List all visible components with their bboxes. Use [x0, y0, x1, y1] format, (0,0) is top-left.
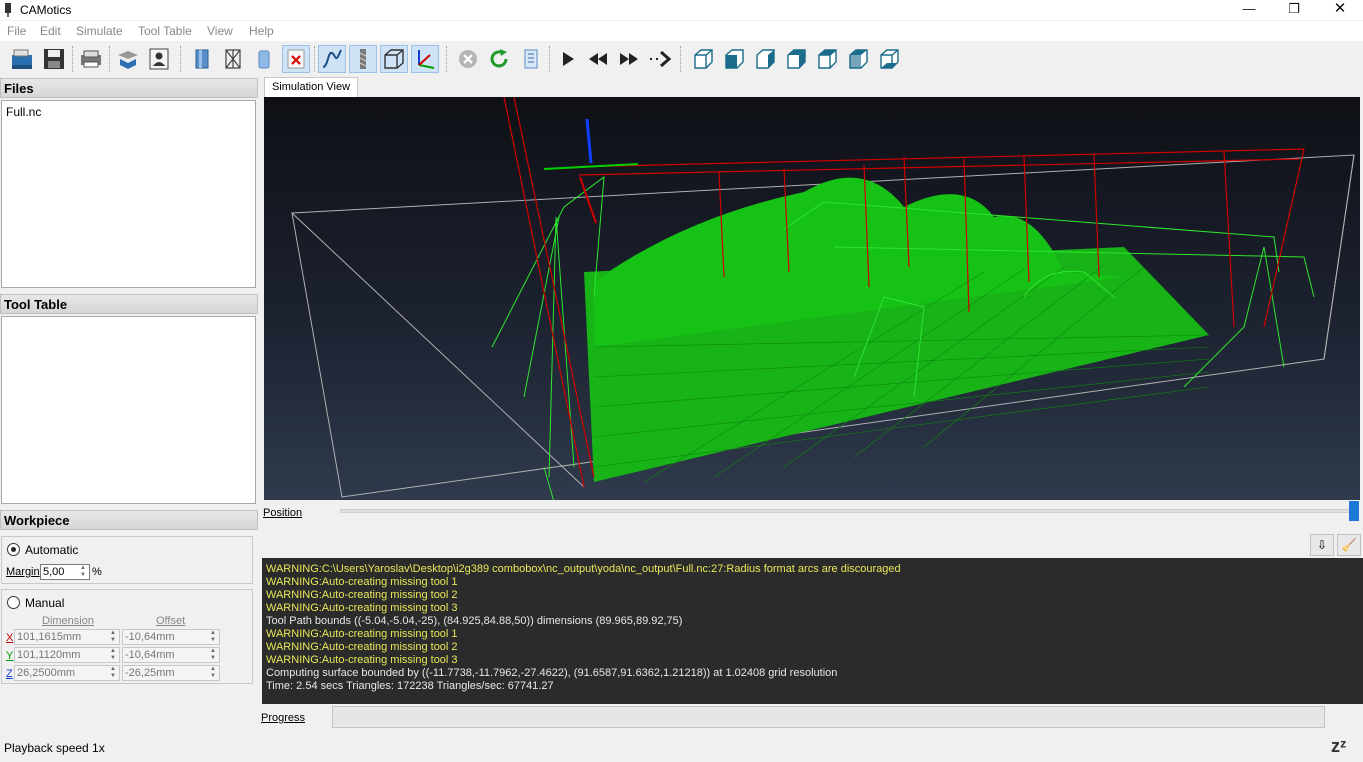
z-dimension-input[interactable]: 26,2500mm ▲ ▼ — [14, 665, 120, 681]
render-icon[interactable] — [517, 45, 545, 73]
step-icon[interactable] — [646, 45, 674, 73]
log-line: WARNING:Auto-creating missing tool 2 — [266, 589, 458, 601]
bounds-icon[interactable] — [380, 45, 408, 73]
margin-label: Margin — [6, 566, 40, 578]
console-log[interactable]: WARNING:C:\Users\Yaroslav\Desktop\i2g389… — [262, 558, 1363, 704]
menu-tool-table[interactable]: Tool Table — [138, 24, 192, 38]
export-icon[interactable] — [77, 45, 105, 73]
camotics-window: CAMotics — ❐ ✕ File Edit Simulate Tool T… — [0, 0, 1363, 762]
position-label: Position — [263, 507, 303, 519]
z-offset-input[interactable]: -26,25mm ▲ ▼ — [122, 665, 220, 681]
window-title: CAMotics — [20, 3, 72, 17]
log-line: WARNING:C:\Users\Yaroslav\Desktop\i2g389… — [266, 563, 901, 575]
axis-z-label: Z — [6, 668, 13, 680]
x-dimension-input[interactable]: 101,1615mm ▲ ▼ — [14, 629, 120, 645]
manual-radio[interactable] — [7, 596, 20, 609]
minimize-button[interactable]: — — [1226, 0, 1272, 20]
workpiece-panel-header: Workpiece — [0, 510, 258, 530]
position-slider[interactable] — [340, 509, 1352, 513]
tool-icon[interactable] — [250, 45, 278, 73]
tool-table-panel-header: Tool Table — [0, 294, 258, 314]
play-icon[interactable] — [553, 45, 581, 73]
dimension-column-header: Dimension — [42, 615, 94, 627]
manual-group: Manual Dimension Offset X 101,1615mm ▲ ▼ -… — [1, 589, 253, 684]
menu-simulate[interactable]: Simulate — [76, 24, 123, 38]
log-line: Computing surface bounded by ((-11.7738,… — [266, 667, 838, 679]
menu-edit[interactable]: Edit — [40, 24, 61, 38]
clear-icon[interactable] — [282, 45, 310, 73]
toolpath-icon[interactable] — [318, 45, 346, 73]
fast-forward-icon[interactable] — [615, 45, 643, 73]
settings-icon[interactable] — [114, 45, 142, 73]
wireframe-icon[interactable] — [219, 45, 247, 73]
progress-bar — [332, 706, 1325, 728]
workpiece-icon[interactable] — [188, 45, 216, 73]
files-panel-header: Files — [0, 78, 258, 98]
log-line: Time: 2.54 secs Triangles: 172238 Triang… — [266, 680, 554, 692]
menu-bar: File Edit Simulate Tool Table View Help — [0, 21, 1363, 41]
log-line: WARNING:Auto-creating missing tool 1 — [266, 628, 458, 640]
camotics-logo-icon — [5, 3, 11, 17]
view-bottom-icon[interactable] — [875, 45, 903, 73]
progress-label: Progress — [261, 712, 306, 724]
file-item[interactable]: Full.nc — [6, 105, 41, 119]
axis-y-label: Y — [6, 650, 14, 662]
files-list[interactable]: Full.nc — [1, 100, 256, 288]
log-line: Tool Path bounds ((-5.04,-5.04,-25), (84… — [266, 615, 683, 627]
open-folder-icon[interactable] — [8, 45, 36, 73]
axes-gizmo — [543, 118, 639, 224]
toolbar — [0, 42, 1363, 76]
user-icon[interactable] — [145, 45, 173, 73]
axis-x-label: X — [6, 632, 14, 644]
automatic-group: Automatic Margin 5,00 ▲ ▼ % — [1, 536, 253, 584]
y-dimension-input[interactable]: 101,1120mm ▲ ▼ — [14, 647, 120, 663]
title-bar: CAMotics — ❐ ✕ — [0, 0, 1363, 20]
log-line: WARNING:Auto-creating missing tool 3 — [266, 602, 458, 614]
view-top-icon[interactable] — [844, 45, 872, 73]
manual-label: Manual — [25, 596, 65, 610]
margin-input[interactable]: 5,00 ▲ ▼ — [40, 564, 90, 580]
stop-icon[interactable] — [454, 45, 482, 73]
log-line: WARNING:Auto-creating missing tool 1 — [266, 576, 458, 588]
close-button[interactable]: ✕ — [1317, 0, 1363, 20]
view-back-icon[interactable] — [751, 45, 779, 73]
view-iso-icon[interactable] — [689, 45, 717, 73]
clear-console-icon[interactable]: 🧹 — [1337, 534, 1361, 556]
tool-table-list[interactable] — [1, 316, 256, 504]
automatic-label: Automatic — [25, 543, 79, 557]
tab-simulation-view[interactable]: Simulation View — [264, 77, 358, 97]
automatic-radio[interactable] — [7, 543, 20, 556]
view-right-icon[interactable] — [813, 45, 841, 73]
idle-sleep-icon: zᶻ — [1331, 736, 1347, 756]
log-line: WARNING:Auto-creating missing tool 3 — [266, 654, 458, 666]
toolpath-mesh — [491, 175, 1315, 500]
log-line: WARNING:Auto-creating missing tool 2 — [266, 641, 458, 653]
save-icon[interactable] — [40, 45, 68, 73]
menu-view[interactable]: View — [207, 24, 233, 38]
rewind-icon[interactable] — [584, 45, 612, 73]
spin-arrows-icon[interactable]: ▲ ▼ — [78, 565, 88, 579]
margin-unit: % — [92, 566, 102, 578]
offset-column-header: Offset — [156, 615, 186, 627]
y-offset-input[interactable]: -10,64mm ▲ ▼ — [122, 647, 220, 663]
position-slider-handle[interactable] — [1349, 501, 1359, 521]
toolpath-render — [291, 97, 1355, 500]
playback-speed-status: Playback speed 1x — [4, 741, 105, 755]
x-offset-input[interactable]: -10,64mm ▲ ▼ — [122, 629, 220, 645]
scroll-down-icon[interactable]: ⇩ — [1310, 534, 1334, 556]
menu-file[interactable]: File — [7, 24, 26, 38]
tool-view-icon[interactable] — [349, 45, 377, 73]
menu-help[interactable]: Help — [249, 24, 274, 38]
axes-icon[interactable] — [411, 45, 439, 73]
maximize-button[interactable]: ❐ — [1271, 0, 1317, 20]
rerun-icon[interactable] — [485, 45, 513, 73]
view-front-icon[interactable] — [720, 45, 748, 73]
simulation-viewport[interactable] — [264, 97, 1360, 500]
view-left-icon[interactable] — [782, 45, 810, 73]
